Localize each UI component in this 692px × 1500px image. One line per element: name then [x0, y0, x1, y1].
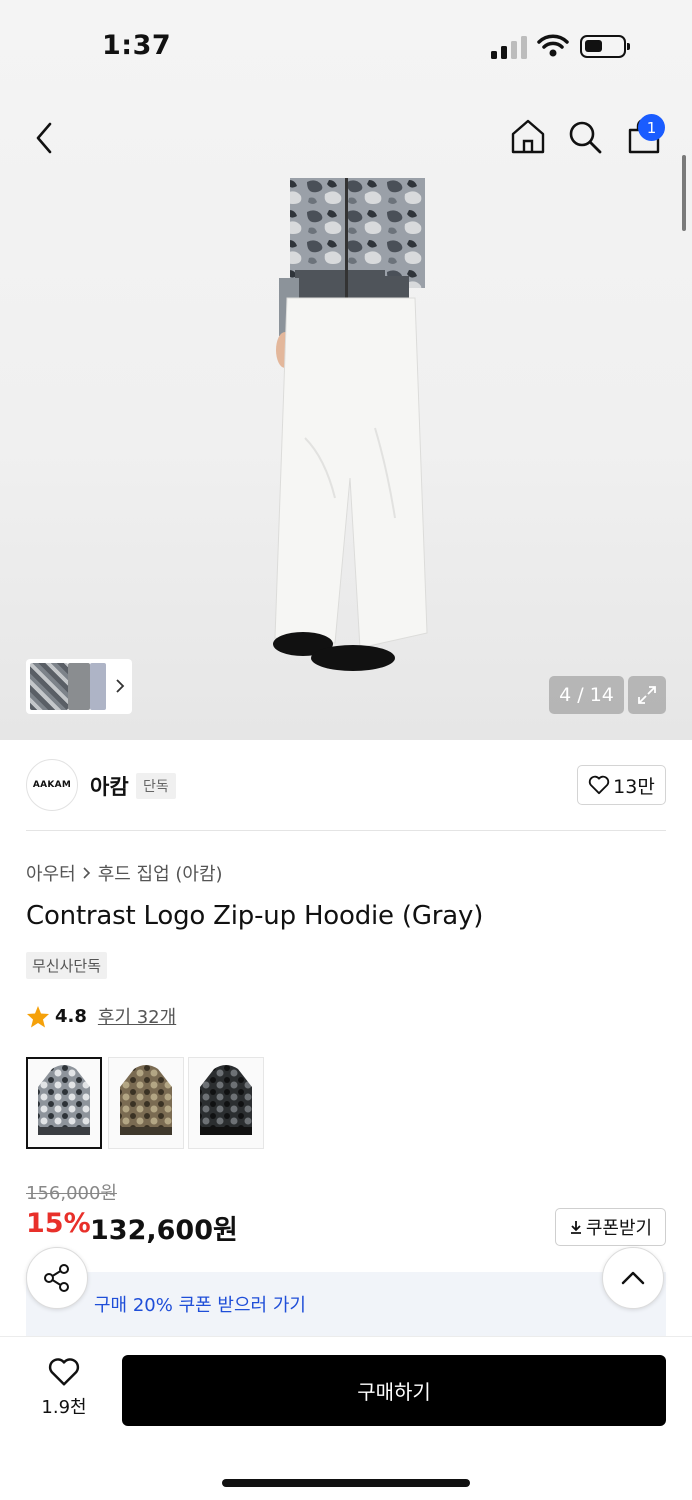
search-icon[interactable]: [566, 118, 604, 156]
brand-name[interactable]: 아캄: [90, 771, 129, 801]
chevron-right-icon: [83, 867, 90, 879]
share-icon: [44, 1264, 69, 1292]
hoodie-thumbnail: [200, 1065, 252, 1135]
heart-icon: [588, 775, 610, 795]
brand-like-button[interactable]: 13만: [577, 765, 666, 805]
coupon-download-button[interactable]: 쿠폰받기: [555, 1208, 666, 1246]
back-icon[interactable]: [28, 118, 64, 158]
brand-like-count: 13만: [613, 775, 655, 798]
brand-logo[interactable]: AAKAM: [26, 759, 78, 811]
gallery-thumbnail-strip[interactable]: [26, 659, 132, 714]
product-title: Contrast Logo Zip-up Hoodie (Gray): [26, 901, 484, 931]
download-icon: [570, 1221, 581, 1234]
home-indicator[interactable]: [222, 1479, 470, 1487]
image-counter: 4 / 14: [549, 676, 624, 714]
cellular-signal-icon: [491, 35, 527, 59]
battery-icon: [580, 35, 630, 58]
thumbnail-gray-hoodie[interactable]: [68, 663, 90, 710]
breadcrumb-category[interactable]: 아우터: [26, 860, 76, 886]
breadcrumb-subcategory[interactable]: 후드 집업 (아캄): [98, 860, 223, 886]
sale-price: 132,600원: [90, 1215, 238, 1246]
color-option-black-camo[interactable]: [188, 1057, 264, 1149]
exclusive-tag: 무신사단독: [26, 952, 108, 979]
wishlist-count: 1.9천: [41, 1397, 87, 1418]
scroll-top-button[interactable]: [602, 1247, 664, 1309]
product-image-gallery[interactable]: 1:37 1 4 / 14: [0, 0, 692, 740]
color-option-gray-camo[interactable]: [26, 1057, 102, 1149]
buy-button[interactable]: 구매하기: [122, 1355, 666, 1426]
scrollbar[interactable]: [682, 155, 686, 231]
status-time: 1:37: [102, 30, 172, 61]
star-icon: [27, 1005, 49, 1027]
chevron-up-icon: [621, 1271, 645, 1285]
cart-count-badge: 1: [638, 114, 665, 141]
reviews-link[interactable]: 후기 32개: [98, 1003, 176, 1029]
product-photo: [273, 178, 428, 671]
chevron-right-icon: [116, 679, 125, 693]
coupon-banner-text: 구매 20% 쿠폰 받으러 가기: [94, 1295, 306, 1316]
home-icon[interactable]: [508, 116, 548, 156]
thumbnail-camo-hoodie[interactable]: [30, 663, 68, 710]
share-button[interactable]: [26, 1247, 88, 1309]
breadcrumb: 아우터 후드 집업 (아캄): [26, 860, 223, 886]
original-price: 156,000원: [26, 1183, 117, 1204]
hoodie-thumbnail: [120, 1065, 172, 1135]
coupon-banner[interactable]: 구매 20% 쿠폰 받으러 가기: [26, 1272, 666, 1336]
hoodie-thumbnail: [38, 1065, 90, 1135]
wifi-icon: [537, 34, 569, 57]
color-option-brown-camo[interactable]: [108, 1057, 184, 1149]
wishlist-button[interactable]: 1.9천: [30, 1357, 98, 1419]
rating-row: 4.8 후기 32개: [26, 1003, 176, 1029]
brand-exclusive-tag: 단독: [136, 773, 176, 799]
expand-button[interactable]: [628, 676, 666, 714]
divider: [26, 830, 666, 831]
thumbnail-blue-hoodie[interactable]: [90, 663, 106, 710]
heart-icon: [48, 1358, 80, 1386]
discount-rate: 15%: [26, 1208, 91, 1239]
rating-score: 4.8: [55, 1005, 87, 1027]
expand-icon: [638, 686, 656, 704]
coupon-button-label: 쿠폰받기: [585, 1218, 653, 1239]
